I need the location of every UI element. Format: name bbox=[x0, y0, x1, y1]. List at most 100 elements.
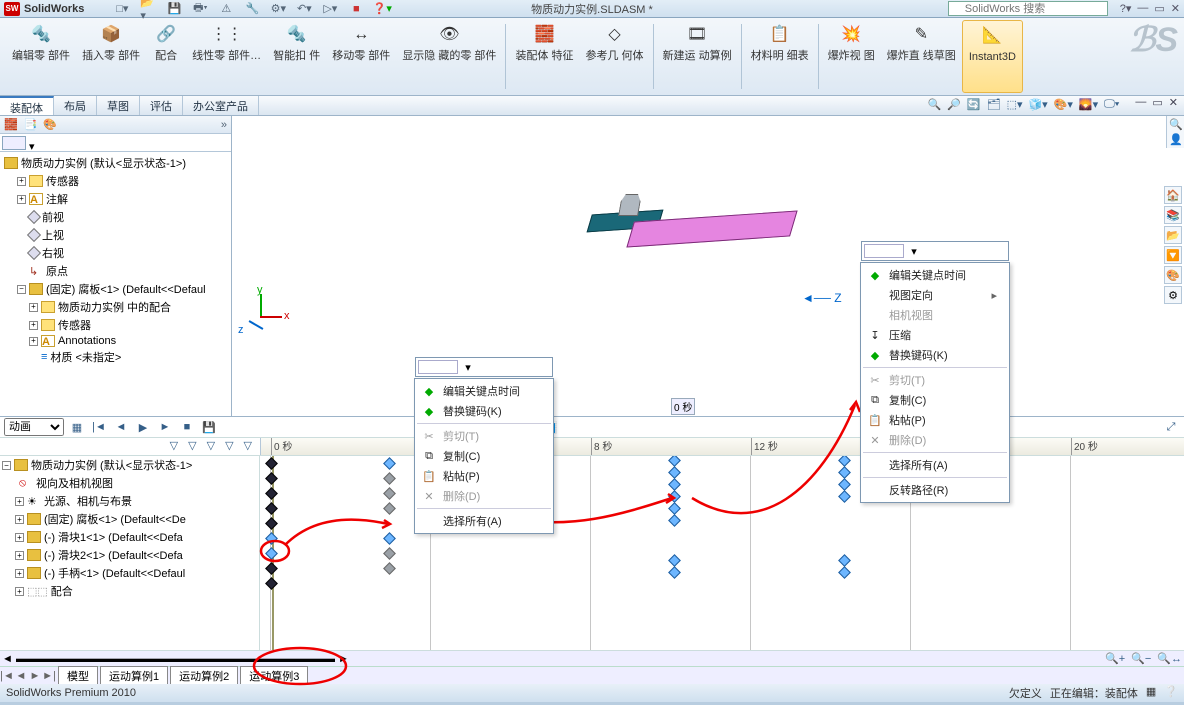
ctx2-camera-view[interactable]: 相机视图 bbox=[863, 305, 1007, 325]
mini-dropdown[interactable] bbox=[418, 360, 458, 374]
key[interactable] bbox=[838, 566, 851, 579]
tab-last-icon[interactable]: ►| bbox=[42, 670, 56, 682]
explode-view-button[interactable]: 💥爆炸视 图 bbox=[822, 20, 881, 93]
key[interactable] bbox=[265, 517, 278, 530]
rebuild-icon[interactable]: 🔧 bbox=[244, 1, 260, 17]
ctx-replace-key[interactable]: ◆替换键码(K) bbox=[417, 401, 551, 421]
tab-first-icon[interactable]: |◄ bbox=[0, 670, 14, 682]
show-hide-button[interactable]: 👁显示隐 藏的零 部件 bbox=[396, 20, 502, 93]
tree-item[interactable]: Annotations bbox=[58, 335, 116, 347]
key[interactable] bbox=[383, 457, 396, 470]
doc-restore-button[interactable]: ▭ bbox=[1152, 96, 1162, 115]
linear-parts-button[interactable]: ⋮⋮线性零 部件… bbox=[186, 20, 267, 93]
key[interactable] bbox=[668, 502, 681, 515]
calc-icon[interactable]: ▦ bbox=[68, 418, 86, 436]
doc-close-button[interactable]: ✕ bbox=[1169, 96, 1178, 115]
assembly-feature-button[interactable]: 🧱装配体 特征 bbox=[509, 20, 579, 93]
motion-type-select[interactable]: 动画 bbox=[4, 418, 64, 436]
help-icon[interactable]: ❓▾ bbox=[374, 1, 390, 17]
tab-motion1[interactable]: 运动算例1 bbox=[100, 666, 168, 685]
tree-root[interactable]: 物质动力实例 (默认<显示状态-1>) bbox=[21, 155, 186, 171]
new-motion-button[interactable]: 🎞新建运 动算例 bbox=[657, 20, 738, 93]
insert-part-button[interactable]: 📦插入零 部件 bbox=[76, 20, 146, 93]
mini-dd-arrow[interactable]: ▾ bbox=[906, 243, 922, 259]
display-icon[interactable]: 🧊▾ bbox=[1028, 98, 1047, 113]
tab-model[interactable]: 模型 bbox=[58, 666, 98, 685]
render-icon[interactable]: 🖵▾ bbox=[1104, 98, 1119, 113]
key[interactable] bbox=[383, 547, 396, 560]
save-anim-icon[interactable]: 💾 bbox=[200, 418, 218, 436]
ctx2-paste[interactable]: 📋粘帖(P) bbox=[863, 410, 1007, 430]
play-icon[interactable]: ▶ bbox=[134, 418, 152, 436]
ctx-paste[interactable]: 📋粘帖(P) bbox=[417, 466, 551, 486]
home-icon[interactable]: 🏠 bbox=[1164, 186, 1182, 204]
warn-icon[interactable]: ⚠ bbox=[218, 1, 234, 17]
ref-geom-button[interactable]: ◇参考几 何体 bbox=[580, 20, 650, 93]
close-button[interactable]: ✕ bbox=[1171, 2, 1180, 15]
key[interactable] bbox=[668, 554, 681, 567]
save-icon[interactable]: 💾 bbox=[166, 1, 182, 17]
display-mgr-icon[interactable]: 🎨 bbox=[43, 118, 57, 131]
zoom-out-icon[interactable]: 🔍− bbox=[1131, 652, 1151, 665]
tab-sketch[interactable]: 草图 bbox=[97, 96, 140, 115]
key[interactable] bbox=[668, 514, 681, 527]
tab-next-icon[interactable]: ► bbox=[28, 670, 42, 682]
filter4-icon[interactable]: ▽ bbox=[225, 439, 233, 454]
ctx-cut[interactable]: ✂剪切(T) bbox=[417, 426, 551, 446]
timeline-scrollbar[interactable]: ◄ ▬▬▬▬▬▬▬▬▬▬▬▬▬▬▬▬▬▬▬▬▬▬▬▬▬▬▬▬▬ ► 🔍+🔍−🔍↔ bbox=[0, 650, 1184, 666]
print-icon[interactable]: 🖶▾ bbox=[192, 1, 208, 17]
filter5-icon[interactable]: ▽ bbox=[244, 439, 252, 454]
key[interactable] bbox=[838, 478, 851, 491]
new-icon[interactable]: □▾ bbox=[114, 1, 130, 17]
ctx2-copy[interactable]: ⧉复制(C) bbox=[863, 390, 1007, 410]
tab-motion3[interactable]: 运动算例3 bbox=[240, 666, 308, 685]
ctx2-cut[interactable]: ✂剪切(T) bbox=[863, 370, 1007, 390]
orientation-icon[interactable]: ⬚▾ bbox=[1007, 98, 1023, 113]
zoom-fit-icon[interactable]: 🔍↔ bbox=[1157, 652, 1182, 665]
key[interactable] bbox=[265, 562, 278, 575]
key[interactable] bbox=[838, 490, 851, 503]
key[interactable] bbox=[838, 466, 851, 479]
ctx-copy[interactable]: ⧉复制(C) bbox=[417, 446, 551, 466]
panel-collapse-icon[interactable]: » bbox=[221, 119, 227, 131]
key[interactable] bbox=[383, 532, 396, 545]
tree-item[interactable]: 原点 bbox=[46, 263, 68, 279]
ctx2-delete[interactable]: ✕删除(D) bbox=[863, 430, 1007, 450]
explode-sketch-button[interactable]: ✎爆炸直 线草图 bbox=[881, 20, 962, 93]
rotate-icon[interactable]: 🔄 bbox=[967, 98, 981, 113]
smart-fastener-button[interactable]: 🔩智能扣 件 bbox=[267, 20, 326, 93]
key[interactable] bbox=[265, 487, 278, 500]
appearance-icon[interactable]: 🎨▾ bbox=[1054, 98, 1073, 113]
expand-icon[interactable]: ⤢ bbox=[1162, 418, 1180, 436]
status-help-icon[interactable]: ❔ bbox=[1164, 685, 1178, 701]
move-part-button[interactable]: ↔移动零 部件 bbox=[326, 20, 396, 93]
key[interactable] bbox=[668, 566, 681, 579]
tree-item[interactable]: (固定) 腐板<1> (Default<<Defaul bbox=[46, 281, 206, 297]
ctx2-select-all[interactable]: 选择所有(A) bbox=[863, 455, 1007, 475]
ctx-edit-keytime[interactable]: ◆编辑关键点时间 bbox=[417, 381, 551, 401]
first-frame-icon[interactable]: |◄ bbox=[90, 418, 108, 436]
key[interactable] bbox=[383, 562, 396, 575]
tab-evaluate[interactable]: 评估 bbox=[140, 96, 183, 115]
edit-part-button[interactable]: 🔩编辑零 部件 bbox=[6, 20, 76, 93]
timeline-area[interactable] bbox=[260, 456, 1184, 650]
assembly-model[interactable] bbox=[562, 186, 782, 266]
key[interactable] bbox=[668, 490, 681, 503]
search-box[interactable] bbox=[948, 1, 1108, 16]
ctx2-edit-keytime[interactable]: ◆编辑关键点时间 bbox=[863, 265, 1007, 285]
options-icon[interactable]: ⚙▾ bbox=[270, 1, 286, 17]
mate-button[interactable]: 🔗配合 bbox=[146, 20, 186, 93]
tree-item[interactable]: 右视 bbox=[42, 245, 64, 261]
key[interactable] bbox=[265, 502, 278, 515]
section-icon[interactable]: 🗂 bbox=[987, 98, 1001, 113]
ctx-delete[interactable]: ✕删除(D) bbox=[417, 486, 551, 506]
select-icon[interactable]: ▷▾ bbox=[322, 1, 338, 17]
key[interactable] bbox=[265, 472, 278, 485]
tab-assembly[interactable]: 装配体 bbox=[0, 96, 54, 115]
ctx-select-all[interactable]: 选择所有(A) bbox=[417, 511, 551, 531]
tree-item[interactable]: 传感器 bbox=[46, 173, 79, 189]
key[interactable] bbox=[265, 457, 278, 470]
key[interactable] bbox=[838, 554, 851, 567]
scene-icon[interactable]: 🌄▾ bbox=[1079, 98, 1098, 113]
doc-min-button[interactable]: — bbox=[1135, 96, 1146, 115]
